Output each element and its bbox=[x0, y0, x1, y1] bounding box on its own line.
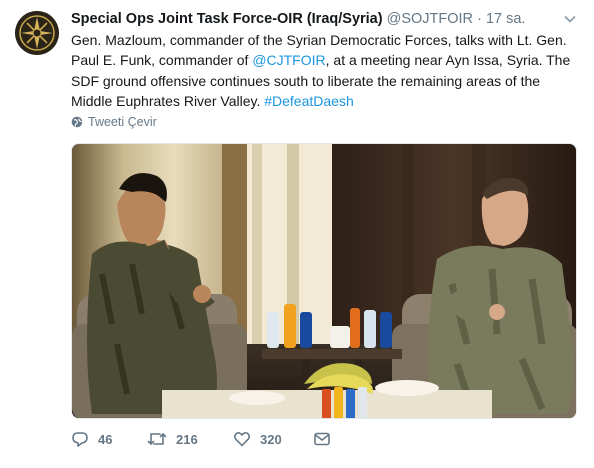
tweet: Special Ops Joint Task Force-OIR (Iraq/S… bbox=[0, 0, 594, 468]
like-button[interactable]: 320 bbox=[233, 430, 313, 448]
reply-count: 46 bbox=[98, 431, 113, 447]
tweet-header: Special Ops Joint Task Force-OIR (Iraq/S… bbox=[71, 9, 525, 29]
heart-icon bbox=[233, 432, 251, 447]
translate-label: Tweeti Çevir bbox=[88, 115, 157, 129]
direct-message-button[interactable] bbox=[313, 430, 331, 448]
hashtag-link[interactable]: #DefeatDaesh bbox=[264, 93, 354, 109]
meeting-photo bbox=[72, 144, 576, 418]
retweet-button[interactable]: 216 bbox=[147, 430, 233, 448]
user-handle[interactable]: @SOJTFOIR bbox=[387, 11, 473, 27]
avatar[interactable] bbox=[15, 11, 59, 55]
mention-link[interactable]: @CJTFOIR bbox=[252, 52, 325, 68]
globe-icon bbox=[71, 116, 83, 128]
tweet-text: Gen. Mazloum, commander of the Syrian De… bbox=[71, 30, 576, 111]
retweet-icon bbox=[147, 433, 167, 445]
timestamp[interactable]: 17 sa. bbox=[486, 11, 526, 27]
chevron-down-icon[interactable] bbox=[563, 12, 577, 26]
retweet-count: 216 bbox=[176, 431, 198, 447]
tweet-photo[interactable] bbox=[71, 143, 577, 419]
translate-tweet-button[interactable]: Tweeti Çevir bbox=[71, 115, 157, 129]
envelope-icon bbox=[314, 432, 330, 446]
reply-icon bbox=[72, 432, 88, 447]
sojtf-emblem-icon bbox=[15, 11, 59, 55]
separator-dot: · bbox=[477, 11, 482, 27]
reply-button[interactable]: 46 bbox=[71, 430, 147, 448]
display-name[interactable]: Special Ops Joint Task Force-OIR (Iraq/S… bbox=[71, 11, 383, 27]
tweet-actions: 46 216 320 bbox=[71, 430, 331, 448]
like-count: 320 bbox=[260, 431, 282, 447]
